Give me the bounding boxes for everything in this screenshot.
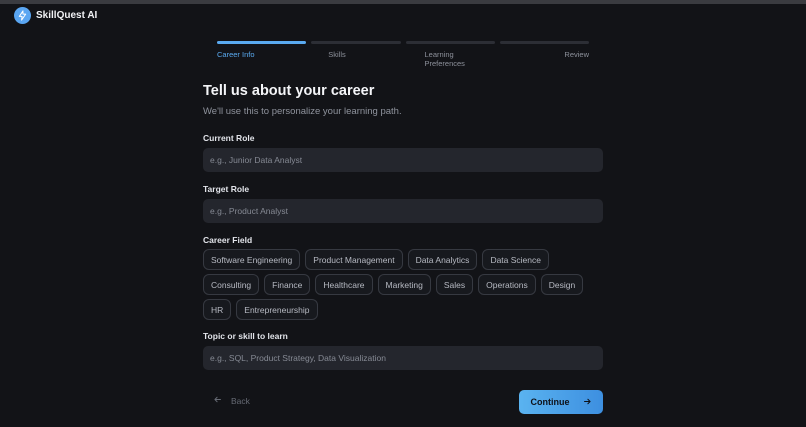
step-label: Career Info <box>217 50 255 59</box>
page-title: Tell us about your career <box>203 83 375 99</box>
chip-sales[interactable]: Sales <box>435 274 474 295</box>
continue-button[interactable]: Continue <box>519 390 603 414</box>
target-role-label: Target Role <box>203 184 250 194</box>
chip-design[interactable]: Design <box>540 274 584 295</box>
arrow-right-icon <box>583 397 592 408</box>
chip-data-science[interactable]: Data Science <box>482 249 549 270</box>
chip-finance[interactable]: Finance <box>264 274 311 295</box>
step-bar <box>405 41 495 44</box>
app-name: SkillQuest AI <box>36 10 98 21</box>
form-actions: Back Continue <box>203 390 603 414</box>
topic-label: Topic or skill to learn <box>203 331 288 341</box>
step-bar <box>499 41 589 44</box>
chip-marketing[interactable]: Marketing <box>377 274 431 295</box>
topic-input[interactable] <box>203 346 603 370</box>
step-label: Learning Preferences <box>424 50 465 68</box>
app-window: SkillQuest AI Career Info Skills Learnin… <box>0 0 806 427</box>
target-role-group: Target Role <box>203 184 603 223</box>
current-role-label: Current Role <box>203 133 255 143</box>
back-button[interactable]: Back <box>213 395 250 406</box>
current-role-input[interactable] <box>203 148 603 172</box>
chip-data-analytics[interactable]: Data Analytics <box>407 249 478 270</box>
chip-product-management[interactable]: Product Management <box>305 249 403 270</box>
step-label: Skills <box>328 50 346 59</box>
career-field-chips: Software Engineering Product Management … <box>203 249 603 320</box>
lightning-bolt-icon <box>14 7 31 24</box>
target-role-input[interactable] <box>203 199 603 223</box>
back-label: Back <box>231 395 250 406</box>
chip-hr[interactable]: HR <box>203 299 232 320</box>
chip-software-engineering[interactable]: Software Engineering <box>203 249 301 270</box>
progress-stepper: Career Info Skills Learning Preferences … <box>217 41 589 68</box>
career-field-group: Career Field Software Engineering Produc… <box>203 235 603 320</box>
chip-entrepreneurship[interactable]: Entrepreneurship <box>236 299 318 320</box>
step-learning-preferences: Learning Preferences <box>405 41 495 68</box>
step-bar <box>217 41 307 44</box>
topic-group: Topic or skill to learn <box>203 331 603 370</box>
step-skills: Skills <box>311 41 401 68</box>
step-bar <box>311 41 401 44</box>
career-form: Tell us about your career We'll use this… <box>203 83 603 370</box>
page-subtitle: We'll use this to personalize your learn… <box>203 106 402 117</box>
brand[interactable]: SkillQuest AI <box>14 7 97 24</box>
chip-consulting[interactable]: Consulting <box>203 274 260 295</box>
step-review: Review <box>499 41 589 68</box>
chip-operations[interactable]: Operations <box>478 274 536 295</box>
current-role-group: Current Role <box>203 133 603 172</box>
continue-label: Continue <box>530 397 570 407</box>
step-label: Review <box>564 50 589 59</box>
arrow-left-icon <box>213 395 222 406</box>
chip-healthcare[interactable]: Healthcare <box>315 274 373 295</box>
career-field-label: Career Field <box>203 235 253 245</box>
step-career-info: Career Info <box>217 41 307 68</box>
